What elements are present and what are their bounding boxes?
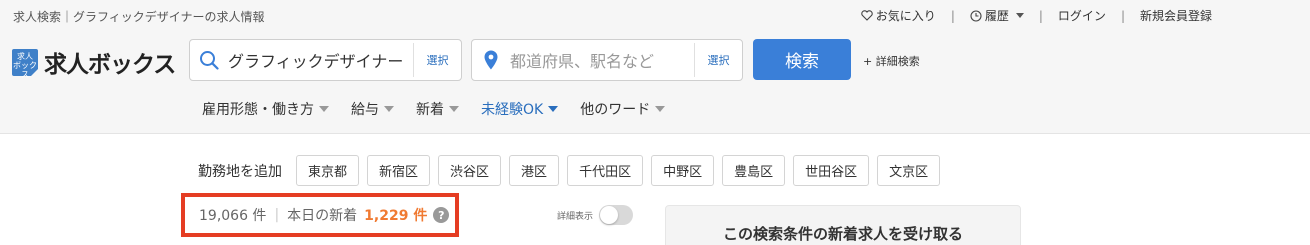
history-link[interactable]: 履歴 [970, 7, 1024, 24]
area-chip[interactable]: 千代田区 [567, 155, 644, 186]
count-divider: | [274, 207, 280, 223]
area-chip[interactable]: 文京区 [877, 155, 941, 186]
keyword-select-button[interactable]: 選択 [413, 43, 461, 77]
keyword-search-box: グラフィックデザイナー 選択 [189, 39, 462, 81]
total-count: 19,066 件 [199, 208, 267, 224]
link-separator: | [1038, 8, 1043, 23]
clock-icon [970, 9, 982, 22]
top-links: お気に入り | 履歴 | ログイン | 新規会員登録 [861, 7, 1212, 24]
filter-no-experience[interactable]: 未経験OK [481, 99, 559, 119]
favorites-label: お気に入り [875, 9, 936, 23]
area-chip[interactable]: 中野区 [651, 155, 715, 186]
new-today-label: 本日の新着 [287, 208, 358, 224]
filter-label: 未経験OK [481, 102, 544, 118]
login-link[interactable]: ログイン [1058, 7, 1106, 24]
history-label: 履歴 [984, 9, 1009, 23]
location-pin-icon [472, 50, 510, 70]
chevron-down-icon [384, 106, 394, 112]
chevron-down-icon [548, 106, 559, 112]
filter-label: 雇用形態・働き方 [202, 102, 314, 118]
chevron-down-icon [1015, 13, 1024, 18]
filter-label: 給与 [351, 102, 379, 118]
advanced-search-link[interactable]: + 詳細検索 [863, 53, 920, 69]
new-job-alert-panel: この検索条件の新着求人を受け取る [665, 205, 1021, 245]
filter-label: 他のワード [580, 102, 651, 118]
area-chip[interactable]: 東京都 [296, 155, 360, 186]
area-chip[interactable]: 世田谷区 [793, 155, 870, 186]
location-input[interactable]: 都道府県、駅名など [510, 48, 694, 72]
heart-icon [861, 10, 873, 21]
detail-view-toggle: 詳細表示 [557, 205, 634, 225]
filter-other-words[interactable]: 他のワード [580, 99, 666, 119]
site-logo[interactable]: 求人 ボックス 求人ボックス [12, 45, 176, 79]
detail-toggle-label: 詳細表示 [557, 211, 594, 222]
favorites-link[interactable]: お気に入り [861, 7, 936, 24]
result-count: 19,066 件 | 本日の新着 1,229 件 ? [181, 193, 459, 237]
site-header: 求人検索｜グラフィックデザイナーの求人情報 お気に入り | 履歴 | ログイン … [0, 0, 1310, 134]
link-separator: | [1120, 8, 1125, 23]
register-label: 新規会員登録 [1139, 9, 1212, 23]
filter-salary[interactable]: 給与 [351, 99, 394, 119]
filter-label: 新着 [416, 102, 444, 118]
area-chip[interactable]: 新宿区 [367, 155, 431, 186]
chevron-down-icon [319, 106, 329, 112]
logo-mark-icon: 求人 ボックス [12, 48, 38, 79]
filter-employment-type[interactable]: 雇用形態・働き方 [202, 99, 329, 119]
chevron-down-icon [449, 106, 459, 112]
search-button[interactable]: 検索 [753, 39, 851, 80]
area-chip[interactable]: 渋谷区 [438, 155, 502, 186]
alert-panel-title: この検索条件の新着求人を受け取る [722, 225, 963, 243]
area-chip[interactable]: 豊島区 [722, 155, 786, 186]
logo-text: 求人ボックス [44, 52, 176, 78]
keyword-input[interactable]: グラフィックデザイナー [228, 48, 413, 72]
register-link[interactable]: 新規会員登録 [1140, 7, 1212, 24]
area-chip[interactable]: 港区 [509, 155, 560, 186]
location-search-box: 都道府県、駅名など 選択 [471, 39, 743, 81]
filter-new[interactable]: 新着 [416, 99, 459, 119]
link-separator: | [950, 8, 955, 23]
area-label: 勤務地を追加 [198, 163, 282, 180]
detail-toggle-switch[interactable] [599, 205, 634, 225]
new-today-count: 1,229 件 [364, 208, 428, 224]
page-tagline: 求人検索｜グラフィックデザイナーの求人情報 [13, 10, 265, 24]
area-chip-row: 勤務地を追加 東京都 新宿区 渋谷区 港区 千代田区 中野区 豊島区 世田谷区 … [198, 155, 948, 186]
chevron-down-icon [655, 106, 666, 112]
location-select-button[interactable]: 選択 [694, 43, 742, 77]
search-icon [190, 50, 228, 70]
help-icon[interactable]: ? [433, 207, 450, 223]
filter-bar: 雇用形態・働き方 給与 新着 未経験OK 他のワード [202, 99, 687, 119]
login-label: ログイン [1057, 9, 1106, 23]
